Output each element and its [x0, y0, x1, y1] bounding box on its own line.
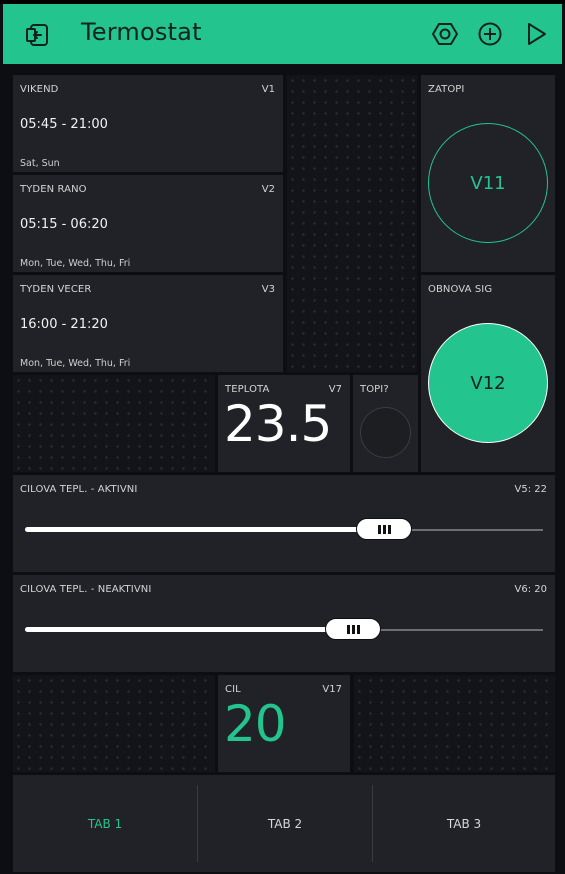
timer-days: Mon, Tue, Wed, Thu, Fri [20, 258, 131, 269]
slider-fill [25, 627, 353, 632]
exit-icon[interactable] [25, 20, 55, 50]
timer-range: 16:00 - 21:20 [20, 317, 108, 332]
timer-widget-tyden-rano[interactable]: TYDEN RANO V2 05:15 - 06:20 Mon, Tue, We… [13, 175, 283, 272]
add-circle-icon[interactable] [476, 20, 504, 48]
timer-days: Mon, Tue, Wed, Thu, Fri [20, 358, 131, 369]
widget-label: TYDEN RANO [20, 184, 87, 195]
empty-grid-area [13, 675, 215, 772]
widget-label: TEPLOTA [225, 384, 270, 395]
slider-widget-neaktivni: CILOVA TEPL. - NEAKTIVNI V6: 20 [13, 575, 555, 672]
empty-grid-area [13, 375, 215, 472]
widget-label: TYDEN VECER [20, 284, 92, 295]
button-value: V12 [470, 372, 506, 394]
play-icon[interactable] [522, 20, 550, 48]
value-display-cil: CIL V17 20 [218, 675, 350, 772]
timer-days: Sat, Sun [20, 158, 60, 169]
led-widget-topi: TOPI? [353, 375, 418, 472]
widget-pin: V6: 20 [514, 584, 547, 595]
button-widget-zatopi: ZATOPI V11 [421, 75, 555, 272]
slider-fill [25, 527, 385, 532]
tab-3[interactable]: TAB 3 [373, 775, 555, 872]
project-title: Termostat [81, 18, 202, 46]
widget-pin: V3 [261, 284, 275, 295]
widget-label: CIL [225, 684, 241, 695]
hexagon-nut-icon[interactable] [431, 20, 459, 48]
slider-handle[interactable] [356, 518, 412, 540]
value-display-teplota: TEPLOTA V7 23.5 [218, 375, 350, 472]
widget-pin: V17 [322, 684, 342, 695]
widget-pin: V7 [328, 384, 342, 395]
app-bar: Termostat [3, 4, 562, 64]
button-widget-obnova-sig: OBNOVA SIG V12 [421, 275, 555, 472]
widget-label: OBNOVA SIG [428, 284, 493, 295]
tab-1[interactable]: TAB 1 [13, 775, 197, 872]
timer-range: 05:15 - 06:20 [20, 217, 108, 232]
obnova-sig-button[interactable]: V12 [428, 323, 548, 443]
temperature-value: 23.5 [224, 395, 332, 453]
widget-pin: V1 [261, 84, 275, 95]
tab-2[interactable]: TAB 2 [198, 775, 372, 872]
widget-label: TOPI? [360, 384, 389, 395]
widget-pin: V2 [261, 184, 275, 195]
widget-label: CILOVA TEPL. - AKTIVNI [20, 484, 138, 495]
timer-widget-tyden-vecer[interactable]: TYDEN VECER V3 16:00 - 21:20 Mon, Tue, W… [13, 275, 283, 372]
slider-handle[interactable] [325, 618, 381, 640]
button-value: V11 [470, 172, 506, 194]
widget-label: ZATOPI [428, 84, 465, 95]
zatopi-button[interactable]: V11 [428, 123, 548, 243]
widget-label: VIKEND [20, 84, 59, 95]
timer-range: 05:45 - 21:00 [20, 117, 108, 132]
target-value: 20 [224, 695, 287, 753]
widget-label: CILOVA TEPL. - NEAKTIVNI [20, 584, 152, 595]
empty-grid-area [354, 675, 555, 772]
slider-widget-aktivni: CILOVA TEPL. - AKTIVNI V5: 22 [13, 475, 555, 572]
widget-pin: V5: 22 [514, 484, 547, 495]
timer-widget-vikend[interactable]: VIKEND V1 05:45 - 21:00 Sat, Sun [13, 75, 283, 172]
empty-grid-area [287, 75, 417, 372]
tab-bar: TAB 1 TAB 2 TAB 3 [13, 775, 555, 872]
led-indicator [360, 407, 411, 458]
